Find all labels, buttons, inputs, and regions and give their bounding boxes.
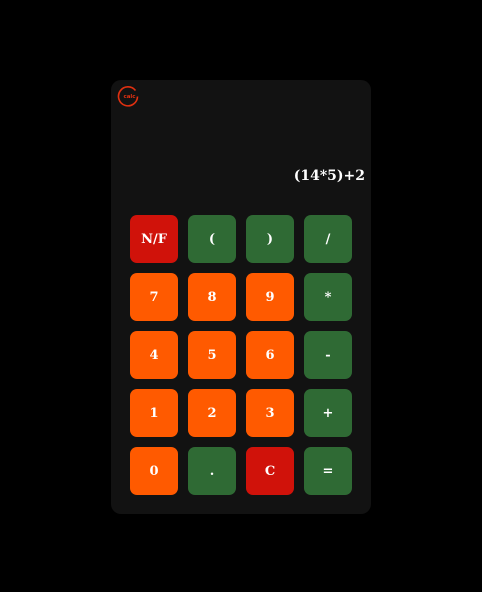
- key-divide[interactable]: /: [304, 215, 352, 263]
- key-close-paren[interactable]: ): [246, 215, 294, 263]
- key-0[interactable]: 0: [130, 447, 178, 495]
- expression-display: (14*5)+2: [293, 168, 365, 184]
- calculator-panel: calc (14*5)+2 N/F()/ 7 8 9 * 4 5 6- 1 2 3 +0. C =: [111, 80, 371, 514]
- key-decimal[interactable]: .: [188, 447, 236, 495]
- svg-text:calc: calc: [123, 94, 135, 100]
- key-8[interactable]: 8: [188, 273, 236, 321]
- key-clear[interactable]: C: [246, 447, 294, 495]
- key-4[interactable]: 4: [130, 331, 178, 379]
- calculator-logo-icon: calc: [117, 86, 139, 107]
- key-open-paren[interactable]: (: [188, 215, 236, 263]
- key-9[interactable]: 9: [246, 273, 294, 321]
- key-3[interactable]: 3: [246, 389, 294, 437]
- key-1[interactable]: 1: [130, 389, 178, 437]
- key-2[interactable]: 2: [188, 389, 236, 437]
- key-subtract[interactable]: -: [304, 331, 352, 379]
- key-7[interactable]: 7: [130, 273, 178, 321]
- key-6[interactable]: 6: [246, 331, 294, 379]
- key-5[interactable]: 5: [188, 331, 236, 379]
- key-equals[interactable]: =: [304, 447, 352, 495]
- key-nf[interactable]: N/F: [130, 215, 178, 263]
- key-add[interactable]: +: [304, 389, 352, 437]
- key-multiply[interactable]: *: [304, 273, 352, 321]
- keypad: N/F()/ 7 8 9 * 4 5 6- 1 2 3 +0. C =: [130, 215, 352, 495]
